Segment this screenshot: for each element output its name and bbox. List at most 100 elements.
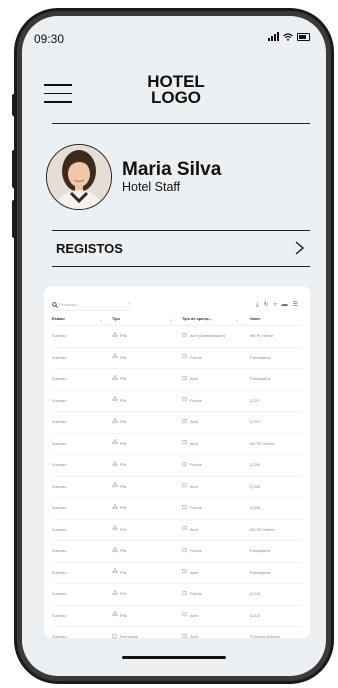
lock-icon: ⊡ [182, 375, 188, 382]
table-row[interactable]: Sucesso ⁂ PIN ⊡ Abrir Q.206 [52, 475, 302, 498]
view-toggle-icon[interactable]: ▬ [282, 301, 288, 309]
table-row[interactable]: Sucesso ⁂ PIN ⊡ Abrir P.avrsqsens [52, 368, 302, 390]
registos-table-card: Pesquisar × ⤓ ↻ ▿ ▬ ☰ Estado ≡ ⋮ Tipo ≡ … [44, 286, 310, 640]
battery-icon [297, 32, 310, 41]
table-row[interactable]: Sucesso ⁂ PIN ⊡ Fechar Q.206 [52, 454, 302, 476]
lock-icon: ⊡ [182, 483, 188, 489]
column-menu-icon[interactable]: ≡ ⋮ [170, 318, 177, 323]
cell-nome: MS PD Interior [250, 441, 275, 446]
home-indicator[interactable] [122, 656, 226, 659]
cell-nome: Q.210 [250, 613, 261, 618]
cell-nome: P.avrsqsens [250, 570, 271, 575]
pin-icon: ⁂ [112, 483, 118, 489]
cell-tipo: PIN [120, 334, 127, 338]
search-input[interactable]: Pesquisar × [52, 300, 132, 311]
column-header-nome[interactable]: Nome [250, 317, 261, 321]
pin-icon: ⁂ [112, 569, 118, 575]
toolbar-actions: ⤓ ↻ ▿ ▬ ☰ [256, 301, 298, 309]
lock-icon: ⊡ [182, 547, 188, 554]
lock-icon: ⊡ [112, 633, 118, 640]
table-row[interactable]: Sucesso ⁂ PIN ⊡ Abrir (Administrador) MS PI I… [52, 325, 302, 347]
pin-icon: ⁂ [112, 332, 118, 339]
cell-nome: Q.206 [250, 463, 261, 467]
side-button-mute [12, 94, 16, 116]
wifi-icon [283, 32, 293, 41]
cell-nome: Q.206 [250, 506, 261, 510]
column-header-tipo[interactable]: Tipo [112, 317, 120, 321]
search-placeholder: Pesquisar [59, 302, 77, 307]
app-screen: 09:30 HOTEL LOGO Maria Silva Hotel Staff… [22, 16, 326, 676]
table-row[interactable]: Sucesso ⁂ PIN ⊡ Fechar Q.210 [52, 583, 302, 605]
cell-nome: P.avrsqsens [250, 549, 271, 553]
table-row[interactable]: Sucesso ⊡ Fechadura ⊡ Abrir P.Serviço Exterio… [52, 626, 302, 648]
download-icon[interactable]: ⤓ [256, 301, 259, 309]
cell-tipo: PIN [120, 484, 127, 489]
table-row[interactable]: Sucesso ⁂ PIN ⊡ Abrir Q.210 [52, 604, 302, 627]
logo-line-2: LOGO [150, 88, 202, 107]
pin-icon: ⁂ [112, 504, 118, 511]
cell-tipo-operacao: Fechar [190, 398, 202, 403]
pin-icon: ⁂ [112, 612, 118, 618]
cell-nome: MS PD Interior [250, 527, 275, 532]
pin-icon: ⁂ [112, 418, 118, 425]
cell-tipo: PIN [120, 463, 127, 467]
cell-tipo-operacao: Abrir [190, 377, 199, 381]
refresh-icon[interactable]: ↻ [264, 301, 269, 309]
cell-nome: P.avrsqsens [250, 355, 271, 360]
table-row[interactable]: Sucesso ⁂ PIN ⊡ Abrir P.avrsqsens [52, 561, 302, 584]
table-row[interactable]: Sucesso ⁂ PIN ⊡ Fechar Q.206 [52, 497, 302, 519]
table-row[interactable]: Sucesso ⁂ PIN ⊡ Abrir Q.207 [52, 411, 302, 433]
cell-nome: Q.206 [250, 484, 261, 489]
cell-nome: Q.207 [250, 420, 261, 424]
lock-icon: ⊡ [182, 354, 188, 360]
section-divider-top [52, 230, 310, 231]
table-row[interactable]: Sucesso ⁂ PIN ⊡ Fechar Q.207 [52, 389, 302, 412]
cell-nome: P.Serviço Exterior [250, 635, 280, 639]
lock-icon: ⊡ [182, 504, 188, 511]
search-icon [52, 302, 58, 308]
cell-tipo: PIN [120, 506, 127, 510]
registos-label: REGISTOS [56, 241, 123, 256]
registos-row[interactable]: REGISTOS [52, 232, 310, 266]
cell-tipo-operacao: Abrir [190, 635, 199, 639]
cell-estado: Sucesso [52, 420, 67, 424]
cell-tipo-operacao: Fechar [190, 549, 202, 553]
cell-tipo: PIN [120, 527, 127, 532]
avatar [46, 144, 112, 210]
lock-icon: ⊡ [182, 633, 188, 640]
table-toolbar: Pesquisar × ⤓ ↻ ▿ ▬ ☰ [52, 300, 302, 311]
lock-icon: ⊡ [182, 612, 188, 618]
clear-search-icon[interactable]: × [128, 301, 131, 307]
filter-icon[interactable]: ▿ [274, 301, 277, 309]
cell-tipo-operacao: Abrir [190, 613, 199, 618]
table-row[interactable]: Sucesso ⁂ PIN ⊡ Abrir MS PD Interior [52, 432, 302, 455]
cell-nome: P.avrsqsens [250, 377, 271, 381]
pin-icon: ⁂ [112, 526, 118, 532]
columns-icon[interactable]: ☰ [293, 301, 298, 309]
column-header-estado[interactable]: Estado [52, 317, 65, 321]
cell-tipo-operacao: Fechar [190, 506, 202, 510]
cell-tipo: PIN [120, 441, 127, 446]
table-row[interactable]: Sucesso ⁂ PIN ⊡ Fechar P.avrsqsens [52, 540, 302, 562]
cell-tipo-operacao: Abrir [190, 484, 199, 489]
hamburger-menu-icon[interactable] [44, 84, 72, 104]
column-menu-icon[interactable]: ≡ ⋮ [236, 318, 243, 323]
cell-estado: Sucesso [52, 527, 67, 532]
cell-estado: Sucesso [52, 549, 67, 553]
hotel-logo: HOTEL LOGO [114, 73, 238, 107]
table-row[interactable]: Sucesso ⁂ PIN ⊡ Fechar P.avrsqsens [52, 346, 302, 369]
cell-tipo: PIN [120, 570, 127, 575]
cell-estado: Sucesso [52, 592, 67, 596]
cell-tipo: PIN [120, 592, 127, 596]
cell-tipo-operacao: Fechar [190, 355, 202, 360]
cell-estado: Sucesso [52, 613, 67, 618]
column-header-tipo-operacao[interactable]: Tipo de operaç... [182, 317, 212, 321]
column-menu-icon[interactable]: ≡ ⋮ [100, 318, 107, 323]
cell-tipo-operacao: Fechar [190, 463, 202, 467]
cell-tipo: PIN [120, 377, 127, 381]
cell-tipo: PIN [120, 549, 127, 553]
table-row[interactable]: Sucesso ⁂ PIN ⊡ Abrir MS PD Interior [52, 518, 302, 541]
pin-icon: ⁂ [112, 590, 118, 597]
cell-tipo-operacao: Abrir [190, 527, 199, 532]
pin-icon: ⁂ [112, 461, 118, 468]
